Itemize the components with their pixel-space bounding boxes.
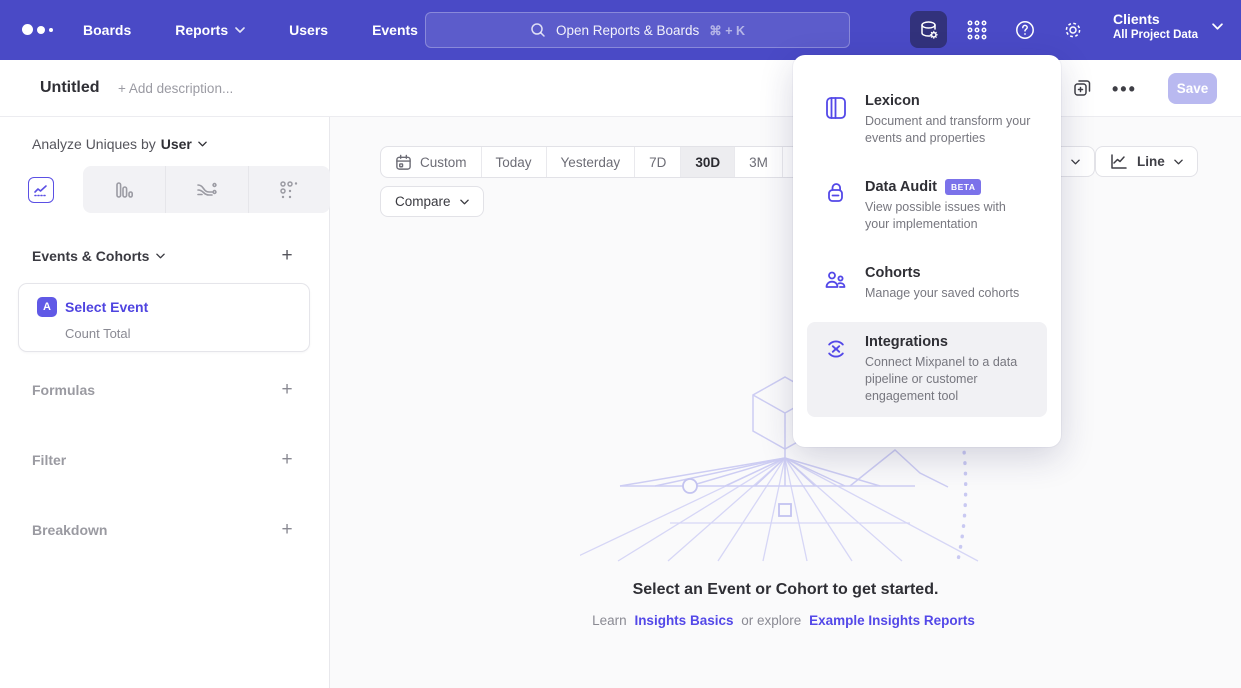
dot-grid-icon <box>279 180 299 200</box>
filter-header: Filter <box>32 452 66 468</box>
tab-bar-chart[interactable] <box>83 166 166 213</box>
mixpanel-logo[interactable] <box>22 24 53 35</box>
line-chart-icon <box>1110 154 1128 170</box>
range-yesterday[interactable]: Yesterday <box>546 147 635 177</box>
top-nav: Boards Reports Users Events Open Reports… <box>0 0 1241 60</box>
lexicon-icon <box>823 95 849 121</box>
insights-basics-link[interactable]: Insights Basics <box>634 613 733 628</box>
integrations-icon <box>823 336 849 362</box>
add-breakdown-button[interactable]: + <box>277 520 297 540</box>
range-today[interactable]: Today <box>481 147 546 177</box>
help-button[interactable] <box>1006 11 1043 48</box>
add-filter-button[interactable]: + <box>277 450 297 470</box>
range-custom[interactable]: Custom <box>381 147 481 177</box>
add-description-field[interactable]: + Add description... <box>118 81 233 96</box>
data-management-menu: Lexicon Document and transform your even… <box>793 55 1061 447</box>
event-row-card[interactable]: A Select Event Count Total <box>18 283 310 352</box>
analyze-label: Analyze Uniques by <box>32 136 156 152</box>
save-button[interactable]: Save <box>1168 73 1217 104</box>
select-event-button[interactable]: Select Event <box>65 299 148 315</box>
project-scope: All Project Data <box>1113 28 1198 43</box>
tab-line-chart[interactable] <box>0 166 83 213</box>
empty-state-title: Select an Event or Cohort to get started… <box>330 581 1241 599</box>
event-letter-badge: A <box>37 297 57 317</box>
compare-dropdown[interactable]: Compare <box>380 186 484 217</box>
project-name: Clients <box>1113 10 1198 28</box>
search-shortcut: ⌘ + K <box>709 23 745 38</box>
add-formula-button[interactable]: + <box>277 380 297 400</box>
nav-users[interactable]: Users <box>289 22 328 38</box>
duplicate-button[interactable] <box>1072 78 1092 103</box>
line-chart-icon <box>33 182 49 198</box>
nav-events[interactable]: Events <box>372 22 418 38</box>
tab-metric-grid[interactable] <box>248 166 331 213</box>
range-7d[interactable]: 7D <box>634 147 680 177</box>
chevron-down-icon <box>1071 159 1080 165</box>
analyze-unit-dropdown[interactable]: User <box>161 136 207 152</box>
formulas-header: Formulas <box>32 382 95 398</box>
more-options-button[interactable]: ••• <box>1112 71 1137 107</box>
data-management-button[interactable] <box>910 11 947 48</box>
query-builder-sidebar: Analyze Uniques by User <box>0 117 330 688</box>
chevron-down-icon <box>198 141 207 147</box>
database-gear-icon <box>918 19 940 41</box>
tab-flow-chart[interactable] <box>165 166 248 213</box>
duplicate-icon <box>1072 78 1092 98</box>
search-placeholder: Open Reports & Boards <box>556 23 699 38</box>
chevron-down-icon <box>1174 159 1183 165</box>
search-icon <box>530 22 546 38</box>
menu-item-data-audit[interactable]: Data Audit BETA View possible issues wit… <box>807 167 1047 245</box>
menu-item-integrations[interactable]: Integrations Connect Mixpanel to a data … <box>807 322 1047 417</box>
learn-prefix: Learn <box>592 613 627 628</box>
search-input[interactable]: Open Reports & Boards ⌘ + K <box>425 12 850 48</box>
gear-icon <box>1062 19 1084 41</box>
range-30d-selected[interactable]: 30D <box>680 147 734 177</box>
data-audit-icon <box>823 181 849 207</box>
chart-type-dropdown[interactable]: Line <box>1095 146 1198 177</box>
help-icon <box>1014 19 1036 41</box>
menu-item-cohorts[interactable]: Cohorts Manage your saved cohorts <box>807 253 1047 314</box>
menu-item-lexicon[interactable]: Lexicon Document and transform your even… <box>807 81 1047 159</box>
or-explore-text: or explore <box>741 613 801 628</box>
example-reports-link[interactable]: Example Insights Reports <box>809 613 975 628</box>
range-3m[interactable]: 3M <box>734 147 782 177</box>
count-total-dropdown[interactable]: Count Total <box>65 326 131 341</box>
report-title[interactable]: Untitled <box>40 79 100 97</box>
calendar-icon <box>395 154 412 171</box>
report-canvas: Custom Today Yesterday 7D 30D 3M 6M Comp… <box>330 117 1241 688</box>
beta-badge: BETA <box>945 179 982 195</box>
chevron-down-icon <box>156 253 165 259</box>
primary-nav: Boards Reports Users Events <box>83 0 418 60</box>
chevron-down-icon <box>1212 23 1223 30</box>
settings-button[interactable] <box>1054 11 1091 48</box>
breakdown-header: Breakdown <box>32 522 107 538</box>
chevron-down-icon <box>235 27 245 33</box>
events-cohorts-header[interactable]: Events & Cohorts <box>32 248 165 264</box>
nav-boards[interactable]: Boards <box>83 22 131 38</box>
flow-icon <box>196 181 218 199</box>
nav-reports[interactable]: Reports <box>175 22 245 38</box>
add-event-button[interactable]: + <box>277 246 297 266</box>
empty-state-subtitle: Learn Insights Basics or explore Example… <box>330 613 1241 628</box>
apps-grid-icon <box>966 19 988 41</box>
bar-chart-icon <box>114 180 134 200</box>
cohorts-icon <box>823 267 849 293</box>
date-range-control: Custom Today Yesterday 7D 30D 3M 6M <box>380 146 831 178</box>
chart-type-tabs <box>0 166 330 213</box>
chevron-down-icon <box>460 199 469 205</box>
project-switcher[interactable]: Clients All Project Data <box>1113 10 1223 43</box>
apps-grid-button[interactable] <box>958 11 995 48</box>
